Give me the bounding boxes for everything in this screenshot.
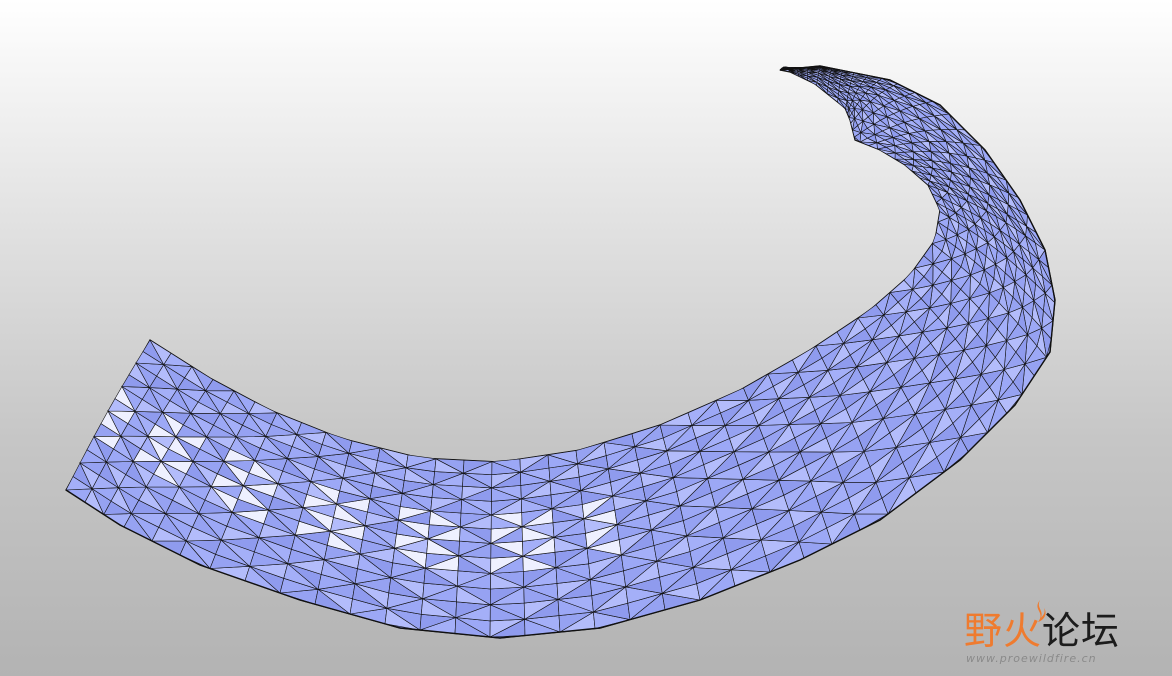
mesh-triangle — [659, 412, 693, 426]
triangulated-surface-mesh[interactable] — [0, 0, 1172, 676]
flame-icon — [1037, 600, 1046, 622]
forum-watermark: 野火论坛 www.proewildfire.cn — [954, 600, 1154, 668]
mesh-triangle — [296, 422, 327, 435]
mesh-triangle — [730, 569, 771, 587]
mesh-triangle — [209, 565, 251, 582]
watermark-url: www.proewildfire.cn — [966, 652, 1097, 665]
mesh-triangle — [798, 541, 834, 559]
model-viewport[interactable] — [0, 0, 1172, 676]
mesh-faces — [65, 65, 1056, 639]
watermark-brand-rest: 论坛 — [1042, 609, 1121, 653]
mesh-triangle — [853, 513, 890, 531]
mesh-triangle — [715, 387, 749, 401]
